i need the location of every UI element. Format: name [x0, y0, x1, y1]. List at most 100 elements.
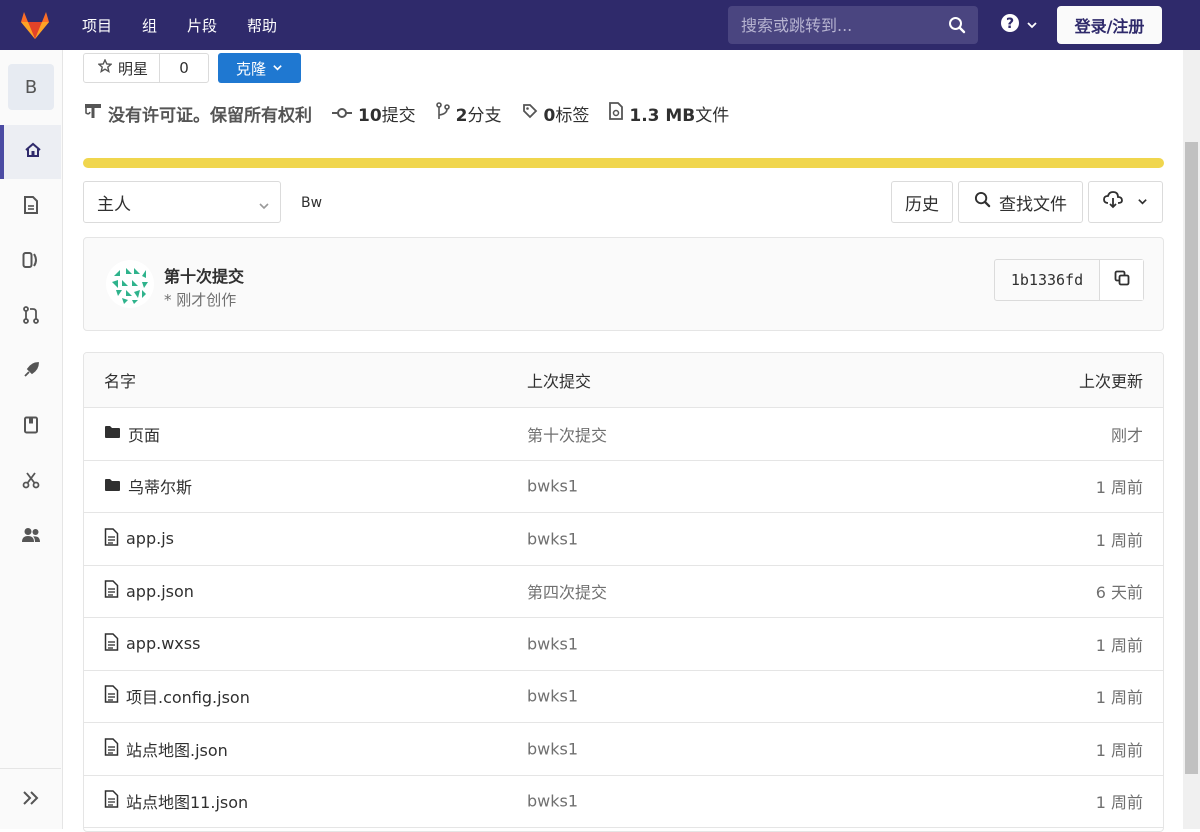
commits-stat[interactable]: 10提交 — [332, 101, 416, 126]
file-icon — [104, 633, 119, 655]
table-row[interactable]: 乌蒂尔斯 bwks1 1 周前 — [84, 461, 1163, 513]
search-icon — [974, 191, 991, 213]
chevron-down-icon — [1137, 192, 1148, 212]
wiki-icon — [23, 416, 39, 438]
project-avatar[interactable]: B — [8, 64, 54, 110]
file-name: 乌蒂尔斯 — [128, 478, 193, 498]
table-row[interactable]: 页面 第十次提交 刚才 — [84, 408, 1163, 461]
commits-count: 10 — [358, 106, 382, 126]
file-name-cell[interactable]: app.js — [104, 528, 174, 550]
sidebar-item-issues[interactable] — [0, 235, 61, 289]
star-count[interactable]: 0 — [160, 59, 208, 77]
branches-stat[interactable]: 2分支 — [435, 101, 502, 126]
sidebar-item-repository[interactable] — [0, 180, 61, 234]
star-icon — [97, 58, 113, 77]
nav-link-snippets[interactable]: 片段 — [187, 15, 217, 36]
tags-stat[interactable]: 0标签 — [522, 101, 589, 126]
folder-icon — [104, 424, 121, 443]
last-commit-cell[interactable]: bwks1 — [527, 529, 578, 548]
last-update-cell: 6 天前 — [1095, 583, 1143, 603]
last-commit-cell[interactable]: bwks1 — [527, 739, 578, 758]
file-name: 页面 — [128, 425, 161, 445]
column-header-last-update: 上次更新 — [1078, 372, 1143, 391]
folder-icon — [104, 477, 121, 496]
copy-sha-button[interactable] — [1100, 260, 1143, 300]
sidebar-collapse-toggle[interactable] — [0, 768, 61, 830]
find-file-label: 查找文件 — [999, 194, 1067, 215]
last-update-cell: 1 周前 — [1095, 635, 1143, 655]
last-commit-cell[interactable]: bwks1 — [527, 634, 578, 653]
table-row[interactable]: app.js bwks1 1 周前 — [84, 513, 1163, 566]
files-stat[interactable]: 1.3 MB文件 — [609, 101, 729, 126]
table-row[interactable]: 项目.config.json bwks1 1 周前 — [84, 671, 1163, 723]
sidebar-item-project-home[interactable] — [0, 125, 61, 179]
table-row[interactable]: 站点地图11.json bwks1 1 周前 — [84, 776, 1163, 828]
rocket-icon — [22, 361, 40, 383]
file-name: 项目.config.json — [126, 688, 250, 708]
chevron-down-icon — [258, 197, 270, 217]
table-row[interactable]: app.wxss bwks1 1 周前 — [84, 618, 1163, 671]
license-stat[interactable]: 没有许可证。保留所有权利 — [84, 101, 312, 126]
last-commit-cell[interactable]: 第四次提交 — [527, 579, 607, 603]
commit-author-avatar[interactable] — [106, 260, 154, 308]
last-commit-cell[interactable]: 第十次提交 — [527, 422, 607, 446]
star-button-group: 明星 0 — [83, 53, 209, 83]
nav-link-projects[interactable]: 项目 — [82, 15, 112, 36]
sidebar-item-ci-cd[interactable] — [0, 345, 61, 399]
last-update-cell: 刚才 — [1110, 425, 1143, 445]
search-input[interactable] — [728, 5, 943, 45]
breadcrumb[interactable]: Bw — [301, 195, 322, 211]
snippets-icon — [22, 471, 40, 493]
file-name-cell[interactable]: 页面 — [104, 422, 160, 446]
file-name-cell[interactable]: 乌蒂尔斯 — [104, 474, 192, 498]
find-file-button[interactable]: 查找文件 — [958, 181, 1083, 223]
file-name-cell[interactable]: app.wxss — [104, 633, 200, 655]
nav-link-groups[interactable]: 组 — [142, 15, 157, 36]
chevron-down-icon — [272, 59, 283, 77]
home-icon — [24, 141, 42, 163]
file-name-cell[interactable]: app.json — [104, 580, 194, 602]
help-dropdown[interactable]: ? — [1000, 13, 1038, 37]
members-icon — [21, 527, 41, 547]
search-icon[interactable] — [948, 16, 966, 38]
search-box — [728, 5, 978, 45]
last-commit-cell[interactable]: bwks1 — [527, 687, 578, 706]
history-button[interactable]: 历史 — [891, 181, 953, 223]
table-row[interactable]: app.json 第四次提交 6 天前 — [84, 566, 1163, 618]
clone-button[interactable]: 克隆 — [218, 53, 301, 83]
file-name-cell[interactable]: 站点地图11.json — [104, 789, 248, 813]
table-row[interactable]: 站点地图.json bwks1 1 周前 — [84, 723, 1163, 776]
file-name: app.js — [126, 529, 174, 549]
file-name: 站点地图11.json — [126, 793, 249, 813]
gitlab-logo-icon[interactable] — [0, 0, 70, 50]
file-icon — [104, 738, 119, 760]
project-sidebar: B — [0, 50, 63, 829]
star-button[interactable]: 明星 — [84, 54, 161, 82]
tags-count: 0 — [543, 106, 556, 126]
sidebar-item-members[interactable] — [0, 510, 61, 564]
file-tree-table: 名字 上次提交 上次更新 页面 第十次提交 刚才 乌蒂尔斯 bwks1 1 周前… — [83, 352, 1164, 832]
page-scrollbar[interactable] — [1183, 50, 1200, 829]
file-icon — [23, 196, 39, 218]
question-icon: ? — [1000, 13, 1020, 37]
nav-link-help[interactable]: 帮助 — [247, 15, 277, 36]
download-dropdown[interactable] — [1088, 181, 1163, 223]
copy-icon — [1114, 270, 1130, 290]
file-name-cell[interactable]: 项目.config.json — [104, 684, 250, 708]
file-name-cell[interactable]: 站点地图.json — [104, 737, 228, 761]
language-bar — [83, 158, 1164, 168]
login-register-button[interactable]: 登录/注册 — [1057, 6, 1162, 44]
tag-icon — [522, 103, 538, 124]
file-name: 站点地图.json — [126, 740, 228, 760]
commit-sha[interactable]: 1b1336fd — [995, 260, 1100, 300]
branch-select[interactable]: 主人 — [83, 181, 281, 223]
sidebar-item-wiki[interactable] — [0, 400, 61, 454]
sidebar-item-merge-requests[interactable] — [0, 290, 61, 344]
file-name: app.json — [126, 581, 194, 601]
last-commit-cell[interactable]: bwks1 — [527, 792, 578, 811]
sidebar-item-snippets[interactable] — [0, 455, 61, 509]
last-commit-cell[interactable]: bwks1 — [527, 477, 578, 496]
commit-title[interactable]: 第十次提交 — [164, 263, 244, 287]
scrollbar-thumb[interactable] — [1185, 142, 1198, 774]
commit-sha-group: 1b1336fd — [994, 259, 1144, 301]
